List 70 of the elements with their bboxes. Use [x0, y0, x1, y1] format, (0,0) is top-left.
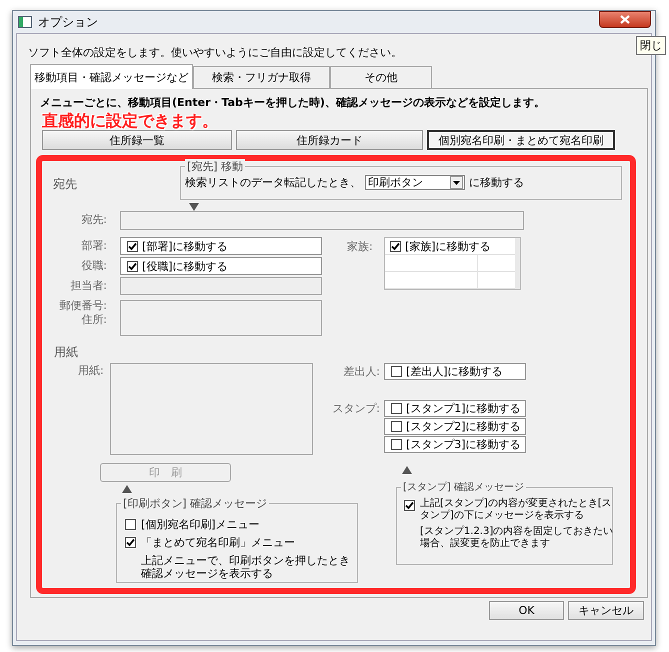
group-legend: [印刷ボタン] 確認メッセージ	[121, 496, 270, 511]
dropdown-arrow-icon	[453, 180, 460, 184]
checkbox-field[interactable]: [スタンプ1]に移動する	[384, 400, 526, 417]
checkbox[interactable]	[125, 518, 136, 530]
checkbox-label: 「まとめて宛名印刷」メニュー	[141, 534, 295, 550]
checkbox[interactable]	[391, 421, 402, 432]
checkbox-label: [スタンプ2]に移動する	[406, 419, 521, 434]
field-label: 用紙:	[78, 363, 104, 378]
menu-button[interactable]: 個別宛名印刷・まとめて宛名印刷	[427, 130, 615, 150]
window-title: オプション	[38, 14, 98, 30]
checkbox-field[interactable]: [スタンプ2]に移動する	[384, 418, 526, 435]
checkbox[interactable]	[127, 240, 138, 252]
field-label: 住所:	[81, 313, 107, 327]
checkbox-field[interactable]: [部署]に移動する	[120, 237, 322, 255]
field-label: 部署:	[81, 238, 107, 254]
section-heading: 宛先	[53, 176, 77, 193]
field-label: 役職:	[81, 258, 107, 274]
input-field[interactable]	[120, 300, 322, 336]
checkbox-field[interactable]: [スタンプ3]に移動する	[384, 436, 526, 453]
target-dropdown[interactable]: 印刷ボタン	[365, 175, 465, 190]
close-icon	[620, 15, 630, 24]
field-label: スタンプ:	[331, 401, 380, 417]
field-label: 担当者:	[70, 278, 107, 294]
checkbox[interactable]	[391, 439, 402, 450]
up-triangle-icon	[402, 466, 412, 474]
close-button[interactable]	[599, 11, 651, 28]
dialog-button[interactable]: OK	[489, 601, 564, 620]
note-text: 上記メニューで、印刷ボタンを押したとき確認メッセージを表示する	[141, 554, 351, 580]
field-label: 郵便番号:	[59, 299, 107, 313]
checkbox[interactable]	[391, 403, 402, 414]
checkbox-label: [役職]に移動する	[142, 258, 228, 274]
checkbox-label: [部署]に移動する	[142, 238, 228, 254]
group-legend: [スタンプ] 確認メッセージ	[401, 480, 526, 494]
tooltip: 閉じ	[636, 36, 666, 55]
checkbox[interactable]	[127, 260, 138, 272]
checkbox-label: [スタンプ1]に移動する	[406, 401, 521, 416]
intro-text: ソフト全体の設定をします。使いやすいようにご自由に設定してください。	[27, 46, 403, 60]
checkbox-label: 上記[スタンプ]の内容が変更されたとき[スタンプ]の下にメッセージを表示する	[420, 498, 612, 522]
move-label: に移動する	[469, 175, 524, 190]
checkbox-field[interactable]: [役職]に移動する	[120, 257, 322, 275]
tab[interactable]: 移動項目・確認メッセージなど	[30, 64, 193, 89]
checkbox[interactable]	[404, 500, 415, 511]
tab[interactable]: 検索・フリガナ取得	[193, 66, 330, 88]
up-triangle-icon	[122, 485, 132, 493]
down-triangle-icon	[189, 203, 199, 211]
dialog-button[interactable]: キャンセル	[568, 601, 644, 620]
checkbox[interactable]	[390, 240, 401, 252]
input-field[interactable]	[120, 211, 524, 230]
family-list[interactable]: [家族]に移動する	[384, 237, 521, 290]
description-text: メニューごとに、移動項目(Enter・Tabキーを押した時)、確認メッセージの表示などを設定します。	[39, 96, 546, 110]
checkbox-label: [家族]に移動する	[405, 238, 491, 254]
window-icon	[18, 16, 32, 28]
group-legend: [宛先] 移動	[185, 159, 246, 174]
menu-button[interactable]: 住所録カード	[236, 130, 423, 150]
checkbox-label: [スタンプ3]に移動する	[406, 437, 521, 452]
field-label: 差出人:	[342, 364, 380, 380]
tab[interactable]: その他	[330, 66, 432, 88]
paper-field[interactable]	[110, 363, 313, 455]
field-label: 家族:	[347, 239, 373, 254]
move-label: 検索リストのデータ転記したとき、	[185, 175, 361, 190]
checkbox[interactable]	[391, 366, 402, 377]
note-text: [スタンプ1.2.3]の内容を固定しておきたい場合、誤変更を防止できます	[420, 526, 614, 550]
menu-button[interactable]: 住所録一覧	[42, 130, 232, 150]
checkbox[interactable]	[125, 536, 136, 548]
field-label: 宛先:	[81, 212, 107, 228]
checkbox-field[interactable]: [差出人]に移動する	[384, 363, 526, 380]
checkbox-label: [個別宛名印刷]メニュー	[141, 516, 260, 532]
section-heading: 用紙	[54, 344, 78, 361]
annotation-text: 直感的に設定できます。	[42, 112, 218, 130]
checkbox-label: [差出人]に移動する	[406, 364, 503, 379]
